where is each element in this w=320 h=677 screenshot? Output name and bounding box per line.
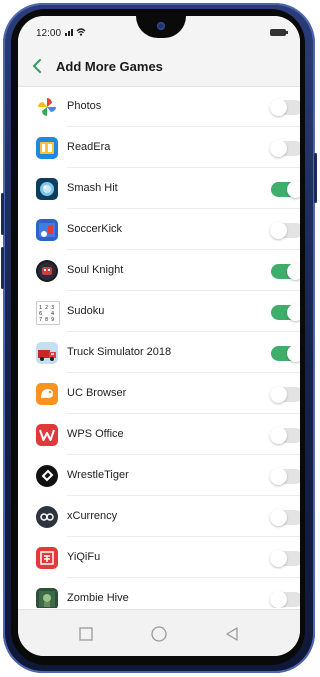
svg-text:9: 9: [51, 317, 54, 323]
app-label: WrestleTiger: [67, 469, 129, 481]
divider: [67, 126, 300, 127]
page-title: Add More Games: [56, 59, 163, 74]
list-item: xCurrency: [18, 497, 300, 537]
toggle-switch[interactable]: [270, 140, 300, 157]
app-label: xCurrency: [67, 510, 118, 522]
divider: [67, 167, 300, 168]
truck-simulator-icon: [36, 342, 58, 364]
app-label: Smash Hit: [67, 182, 118, 194]
sudoku-icon: 123 64 789: [36, 301, 60, 325]
game-list[interactable]: Photos ReadEra Smash Hit SoccerKick Soul…: [18, 87, 300, 608]
zombie-hive-icon: [36, 588, 58, 608]
toggle-switch[interactable]: [270, 99, 300, 116]
toggle-switch[interactable]: [270, 509, 300, 526]
divider: [67, 372, 300, 373]
list-item: Photos: [18, 87, 300, 127]
status-time: 12:00: [36, 28, 62, 39]
divider: [67, 208, 300, 209]
front-camera-icon: [157, 22, 165, 30]
toggle-switch[interactable]: [270, 427, 300, 444]
toggle-knob: [270, 427, 287, 444]
toggle-switch[interactable]: [270, 591, 300, 608]
volume-button-2: [1, 247, 4, 289]
list-item: WPS Office: [18, 415, 300, 455]
readera-icon: [36, 137, 58, 159]
soccerkick-icon: [36, 219, 58, 241]
list-item: 123 64 789 Sudoku: [18, 292, 300, 332]
divider: [67, 413, 300, 414]
divider: [67, 577, 300, 578]
toggle-knob: [270, 386, 287, 403]
toggle-knob: [287, 304, 300, 321]
uc-browser-icon: [36, 383, 58, 405]
wrestletiger-icon: [36, 465, 58, 487]
toggle-switch[interactable]: [271, 181, 300, 198]
list-item: Soul Knight: [18, 251, 300, 291]
recent-apps-icon[interactable]: [76, 624, 96, 644]
divider: [67, 249, 300, 250]
toggle-switch[interactable]: [271, 304, 300, 321]
divider: [67, 454, 300, 455]
app-label: Truck Simulator 2018: [67, 346, 172, 358]
header: Add More Games: [18, 46, 300, 87]
divider: [67, 290, 300, 291]
toggle-switch[interactable]: [271, 345, 300, 362]
divider: [67, 495, 300, 496]
home-icon[interactable]: [149, 624, 169, 644]
svg-text:7: 7: [39, 317, 42, 323]
toggle-knob: [270, 140, 287, 157]
smash-hit-icon: [36, 178, 58, 200]
svg-text:2: 2: [45, 305, 48, 311]
list-item: ReadEra: [18, 128, 300, 168]
toggle-switch[interactable]: [270, 550, 300, 567]
app-label: ReadEra: [67, 141, 111, 153]
toggle-knob: [270, 99, 287, 116]
toggle-switch[interactable]: [270, 386, 300, 403]
toggle-knob: [270, 509, 287, 526]
signal-wifi-icon: [65, 26, 87, 39]
list-item: Truck Simulator 2018: [18, 333, 300, 373]
yiqifu-icon: [36, 547, 58, 569]
app-label: Zombie Hive: [67, 592, 129, 604]
list-item: WrestleTiger: [18, 456, 300, 496]
back-nav-icon[interactable]: [222, 624, 242, 644]
app-label: WPS Office: [67, 428, 124, 440]
app-label: Sudoku: [67, 305, 105, 317]
toggle-knob: [270, 550, 287, 567]
divider: [67, 536, 300, 537]
divider: [67, 331, 300, 332]
toggle-switch[interactable]: [270, 222, 300, 239]
battery-icon: [270, 29, 288, 36]
list-item: Zombie Hive: [18, 579, 300, 608]
list-item: Smash Hit: [18, 169, 300, 209]
list-item: SoccerKick: [18, 210, 300, 250]
soul-knight-icon: [36, 260, 58, 282]
toggle-knob: [270, 222, 287, 239]
back-arrow-icon[interactable]: [32, 59, 42, 73]
xcurrency-icon: [36, 506, 58, 528]
app-label: Soul Knight: [67, 264, 124, 276]
screen: 12:00 Add More Games Photos ReadEra Smas…: [18, 16, 300, 656]
toggle-knob: [287, 345, 300, 362]
toggle-knob: [287, 181, 300, 198]
svg-text:8: 8: [45, 317, 48, 323]
list-item: UC Browser: [18, 374, 300, 414]
photos-icon: [36, 96, 58, 118]
power-button: [314, 153, 317, 203]
app-label: YiQiFu: [67, 551, 101, 563]
app-label: UC Browser: [67, 387, 127, 399]
list-item: YiQiFu: [18, 538, 300, 578]
toggle-switch[interactable]: [271, 263, 300, 280]
app-label: SoccerKick: [67, 223, 123, 235]
app-label: Photos: [67, 100, 102, 112]
toggle-knob: [270, 468, 287, 485]
volume-button: [1, 193, 4, 235]
toggle-switch[interactable]: [270, 468, 300, 485]
wps-office-icon: [36, 424, 58, 446]
toggle-knob: [270, 591, 287, 608]
toggle-knob: [287, 263, 300, 280]
navigation-bar: [18, 609, 300, 656]
